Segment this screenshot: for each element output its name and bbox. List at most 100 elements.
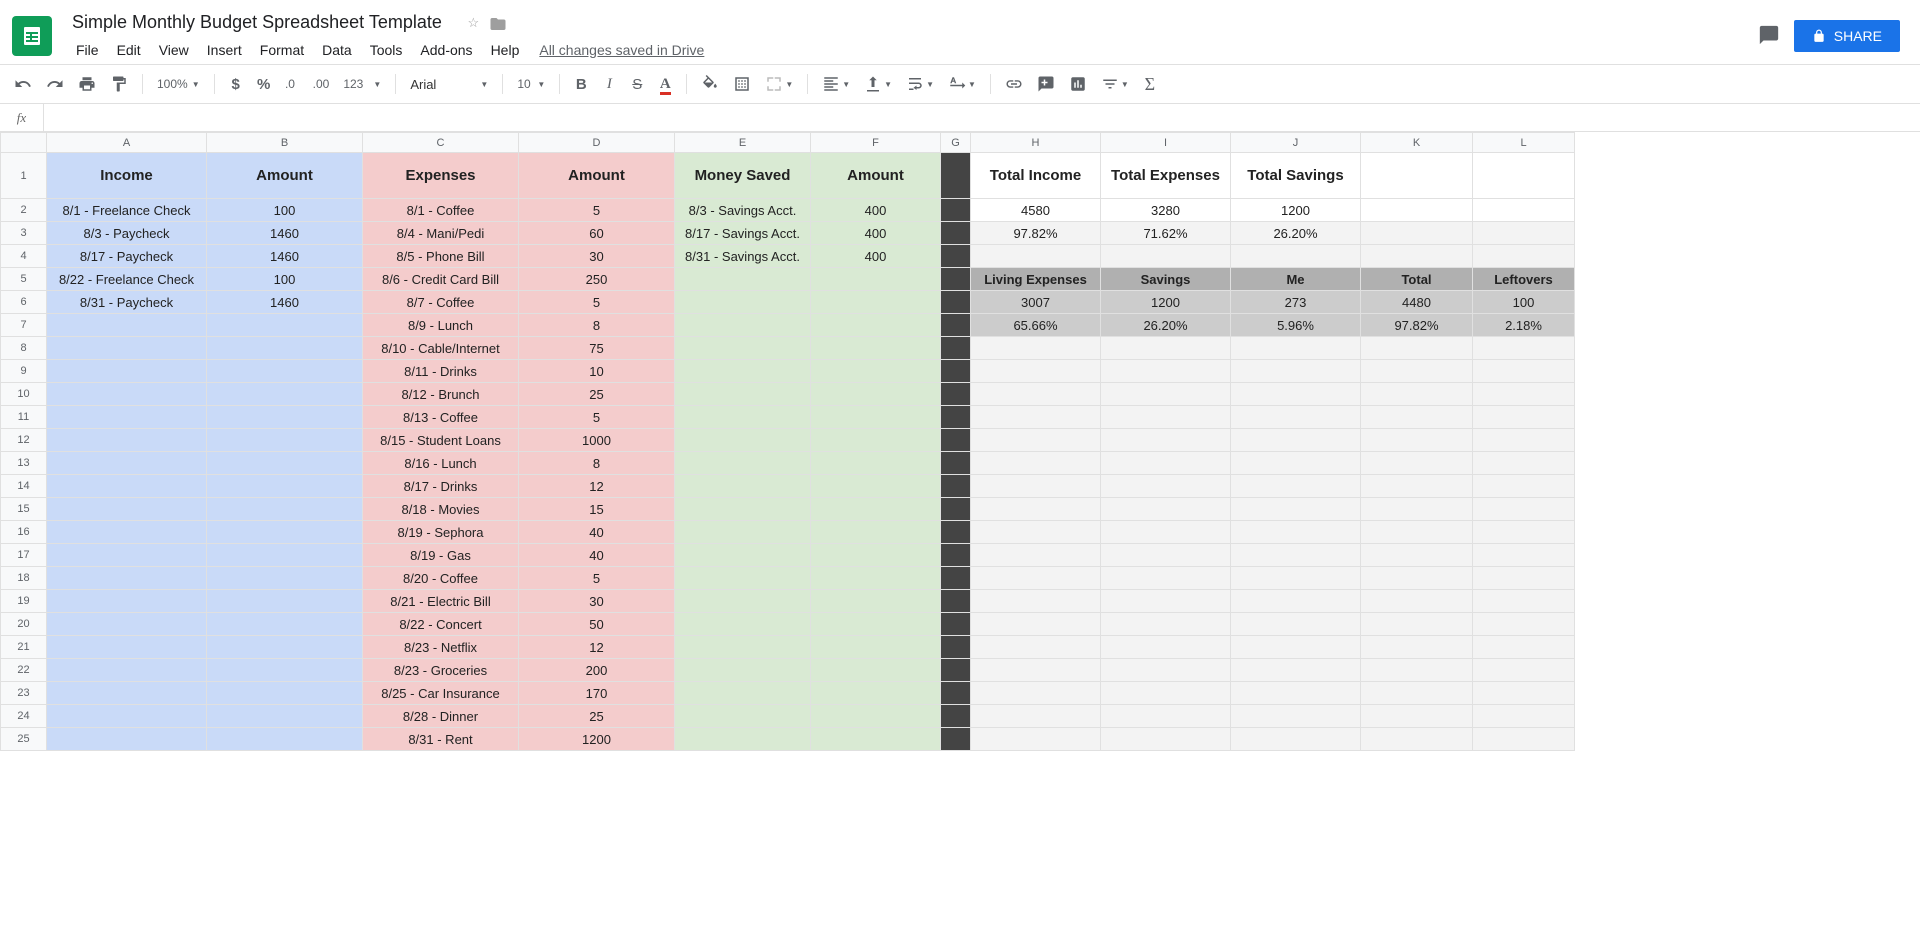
increase-decimal-icon[interactable]: .00 <box>307 71 336 97</box>
col-header-L[interactable]: L <box>1473 133 1575 153</box>
cell-G22[interactable] <box>941 659 971 682</box>
font-size-select[interactable]: 10▼ <box>511 71 551 97</box>
cell-H2[interactable]: 4580 <box>971 199 1101 222</box>
cell-A5[interactable]: 8/22 - Freelance Check <box>47 268 207 291</box>
menu-file[interactable]: File <box>68 38 107 62</box>
cell-A21[interactable] <box>47 636 207 659</box>
row-header-16[interactable]: 16 <box>1 521 47 544</box>
cell-B25[interactable] <box>207 728 363 751</box>
cell-E12[interactable] <box>675 429 811 452</box>
cell-A2[interactable]: 8/1 - Freelance Check <box>47 199 207 222</box>
cell-I15[interactable] <box>1101 498 1231 521</box>
cell-K13[interactable] <box>1361 452 1473 475</box>
cell-E5[interactable] <box>675 268 811 291</box>
cell-I3[interactable]: 71.62% <box>1101 222 1231 245</box>
cell-I9[interactable] <box>1101 360 1231 383</box>
col-header-E[interactable]: E <box>675 133 811 153</box>
row-header-7[interactable]: 7 <box>1 314 47 337</box>
row-header-20[interactable]: 20 <box>1 613 47 636</box>
row-header-6[interactable]: 6 <box>1 291 47 314</box>
italic-icon[interactable]: I <box>596 71 622 97</box>
cell-I8[interactable] <box>1101 337 1231 360</box>
h-align-icon[interactable]: ▼ <box>816 71 856 97</box>
cell-C23[interactable]: 8/25 - Car Insurance <box>363 682 519 705</box>
cell-F25[interactable] <box>811 728 941 751</box>
col-header-I[interactable]: I <box>1101 133 1231 153</box>
cell-J9[interactable] <box>1231 360 1361 383</box>
cell-C19[interactable]: 8/21 - Electric Bill <box>363 590 519 613</box>
cell-K5[interactable]: Total <box>1361 268 1473 291</box>
cell-I4[interactable] <box>1101 245 1231 268</box>
cell-F7[interactable] <box>811 314 941 337</box>
cell-I11[interactable] <box>1101 406 1231 429</box>
cell-A18[interactable] <box>47 567 207 590</box>
cell-D25[interactable]: 1200 <box>519 728 675 751</box>
cell-F1[interactable]: Amount <box>811 153 941 199</box>
row-header-17[interactable]: 17 <box>1 544 47 567</box>
cell-I19[interactable] <box>1101 590 1231 613</box>
cell-I12[interactable] <box>1101 429 1231 452</box>
cell-D19[interactable]: 30 <box>519 590 675 613</box>
cell-F5[interactable] <box>811 268 941 291</box>
bold-icon[interactable]: B <box>568 71 594 97</box>
row-header-21[interactable]: 21 <box>1 636 47 659</box>
cell-I23[interactable] <box>1101 682 1231 705</box>
cell-E7[interactable] <box>675 314 811 337</box>
cell-C12[interactable]: 8/15 - Student Loans <box>363 429 519 452</box>
cell-C8[interactable]: 8/10 - Cable/Internet <box>363 337 519 360</box>
cell-B21[interactable] <box>207 636 363 659</box>
cell-A8[interactable] <box>47 337 207 360</box>
cell-K16[interactable] <box>1361 521 1473 544</box>
paint-format-icon[interactable] <box>104 71 134 97</box>
col-header-K[interactable]: K <box>1361 133 1473 153</box>
cell-G9[interactable] <box>941 360 971 383</box>
cell-K7[interactable]: 97.82% <box>1361 314 1473 337</box>
save-status[interactable]: All changes saved in Drive <box>539 42 704 58</box>
cell-H13[interactable] <box>971 452 1101 475</box>
menu-tools[interactable]: Tools <box>362 38 411 62</box>
cell-E25[interactable] <box>675 728 811 751</box>
cell-G7[interactable] <box>941 314 971 337</box>
cell-K9[interactable] <box>1361 360 1473 383</box>
row-header-18[interactable]: 18 <box>1 567 47 590</box>
currency-icon[interactable]: $ <box>223 71 249 97</box>
cell-B13[interactable] <box>207 452 363 475</box>
cell-G10[interactable] <box>941 383 971 406</box>
cell-L20[interactable] <box>1473 613 1575 636</box>
cell-F22[interactable] <box>811 659 941 682</box>
insert-link-icon[interactable] <box>999 71 1029 97</box>
cell-G11[interactable] <box>941 406 971 429</box>
cell-A17[interactable] <box>47 544 207 567</box>
cell-E13[interactable] <box>675 452 811 475</box>
row-header-15[interactable]: 15 <box>1 498 47 521</box>
cell-F3[interactable]: 400 <box>811 222 941 245</box>
cell-D3[interactable]: 60 <box>519 222 675 245</box>
select-all-corner[interactable] <box>1 133 47 153</box>
cell-K8[interactable] <box>1361 337 1473 360</box>
cell-H8[interactable] <box>971 337 1101 360</box>
col-header-A[interactable]: A <box>47 133 207 153</box>
cell-G14[interactable] <box>941 475 971 498</box>
cell-A14[interactable] <box>47 475 207 498</box>
cell-A23[interactable] <box>47 682 207 705</box>
cell-G17[interactable] <box>941 544 971 567</box>
cell-E14[interactable] <box>675 475 811 498</box>
menu-addons[interactable]: Add-ons <box>412 38 480 62</box>
cell-I20[interactable] <box>1101 613 1231 636</box>
cell-F2[interactable]: 400 <box>811 199 941 222</box>
cell-E17[interactable] <box>675 544 811 567</box>
cell-A24[interactable] <box>47 705 207 728</box>
cell-H4[interactable] <box>971 245 1101 268</box>
cell-L13[interactable] <box>1473 452 1575 475</box>
cell-E6[interactable] <box>675 291 811 314</box>
cell-B1[interactable]: Amount <box>207 153 363 199</box>
cell-G1[interactable] <box>941 153 971 199</box>
cell-C6[interactable]: 8/7 - Coffee <box>363 291 519 314</box>
cell-A16[interactable] <box>47 521 207 544</box>
col-header-F[interactable]: F <box>811 133 941 153</box>
cell-A20[interactable] <box>47 613 207 636</box>
cell-E20[interactable] <box>675 613 811 636</box>
cell-C25[interactable]: 8/31 - Rent <box>363 728 519 751</box>
cell-E4[interactable]: 8/31 - Savings Acct. <box>675 245 811 268</box>
row-header-19[interactable]: 19 <box>1 590 47 613</box>
